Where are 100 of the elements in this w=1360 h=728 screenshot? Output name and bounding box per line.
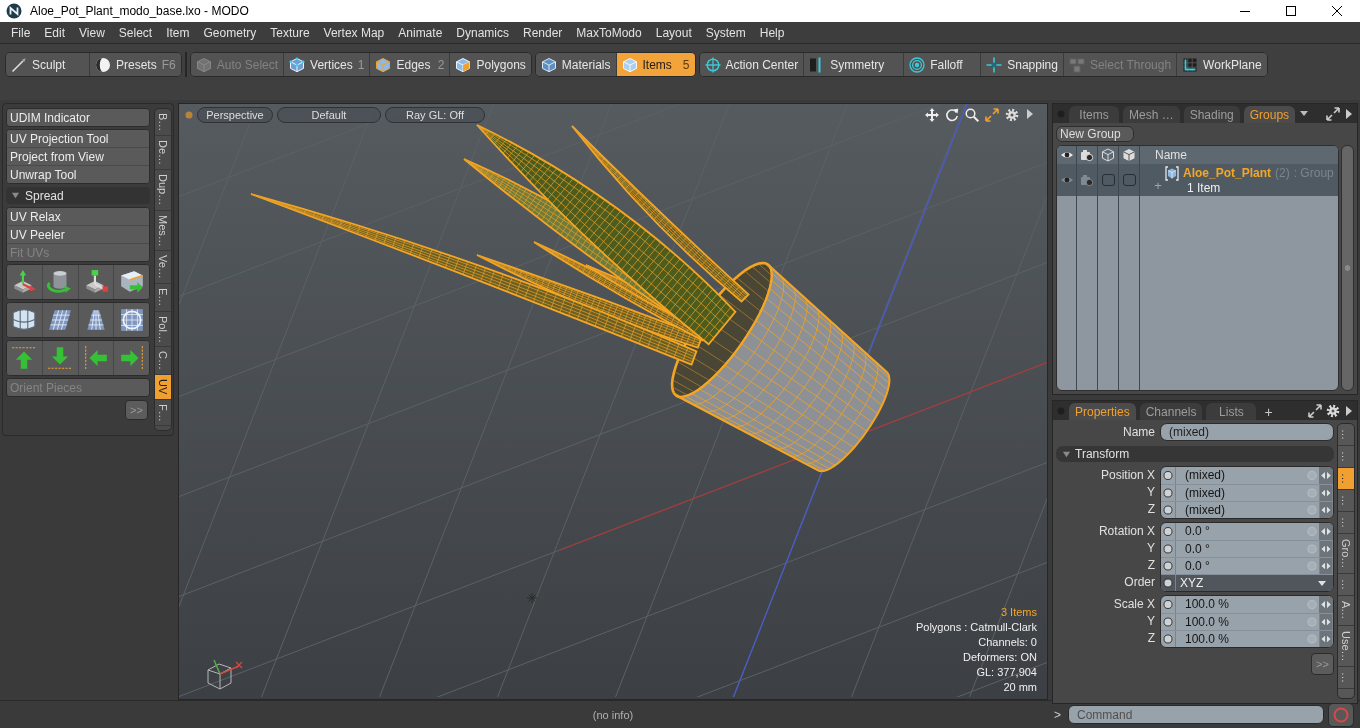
vertical-tab[interactable]: … [1338,490,1354,512]
vertical-tab[interactable]: … [1338,468,1354,490]
new-group-button[interactable]: New Group [1056,126,1134,142]
value-field[interactable]: 100.0 % [1176,631,1305,647]
arrows-icon[interactable] [1319,614,1333,630]
value-field[interactable]: 100.0 % [1176,614,1305,630]
value-field[interactable]: 0.0 ° [1176,558,1305,574]
vertical-tab[interactable]: … [1338,512,1354,534]
menu-item[interactable]: Texture [263,22,317,43]
panel-tab[interactable]: Mesh … [1123,106,1180,123]
toolbar-button[interactable]: Presets F6 [89,53,181,76]
section-header[interactable]: Spread [6,187,150,204]
arrows-icon[interactable] [1319,467,1333,484]
toolbar-button[interactable]: WorkPlane [1176,53,1267,76]
menu-item[interactable]: Select [111,22,160,43]
value-field[interactable]: (mixed) [1176,485,1305,501]
value-field[interactable]: (mixed) [1176,467,1305,484]
tool-button[interactable]: Unwrap Tool [7,165,149,183]
add-tab-button[interactable]: + [1260,403,1277,420]
value-field[interactable]: (mixed) [1176,502,1305,518]
circle-icon[interactable] [1161,614,1176,630]
menu-item[interactable]: Vertex Map [316,22,392,43]
tool-button[interactable] [113,265,149,299]
circle-icon[interactable] [1161,631,1176,647]
arrows-icon[interactable] [1319,631,1333,647]
arrows-icon[interactable] [1319,596,1333,613]
menu-item[interactable]: MaxToModo [569,22,649,43]
vertical-tab[interactable]: De… [155,136,171,171]
tool-button[interactable]: Project from View [7,147,149,165]
vertical-tab[interactable]: B… [155,109,171,137]
vertical-tab[interactable]: Dup… [155,170,171,211]
value-field[interactable]: 0.0 ° [1176,523,1305,540]
vertical-tab[interactable]: Gro… [1338,534,1354,575]
menu-item[interactable]: Dynamics [449,22,516,43]
cube-icon[interactable] [1122,148,1136,162]
gear-icon[interactable] [1005,107,1019,122]
vertical-tab[interactable]: … [1338,667,1354,690]
checkbox[interactable] [1122,174,1136,186]
tool-button[interactable]: UDIM Indicator [7,109,149,126]
vertical-tab[interactable]: F… [155,399,171,427]
column-header[interactable]: Name [1140,148,1187,162]
menu-item[interactable]: File [4,22,38,43]
toolbar-button[interactable]: Items 5 [615,53,695,76]
vertical-tab[interactable]: … [1338,574,1354,597]
circle-icon[interactable] [1161,502,1176,518]
cube-icon[interactable] [1101,148,1115,162]
expand-icon[interactable] [1326,106,1340,121]
menu-item[interactable]: View [72,22,112,43]
menu-item[interactable]: Render [516,22,570,43]
command-field[interactable]: Command [1068,705,1324,724]
value-field[interactable]: 0.0 ° [1176,541,1305,557]
panel-tab[interactable]: Properties [1069,403,1136,420]
arrows-icon[interactable] [1319,558,1333,574]
viewport-option-button[interactable]: Ray GL: Off [385,106,485,123]
tool-button[interactable]: UV Projection Tool [7,130,149,147]
vertical-tab[interactable]: Ve… [155,251,171,285]
vertical-tab[interactable]: Mes… [155,210,171,252]
record-button[interactable] [1328,702,1354,727]
move-icon[interactable] [925,107,939,122]
dot-icon[interactable] [185,110,193,119]
menu-item[interactable]: Edit [37,22,73,43]
vertical-tab[interactable]: … [1338,424,1354,446]
tool-button[interactable] [113,303,149,337]
menu-item[interactable]: Layout [648,22,699,43]
panel-tab[interactable]: Shading [1183,106,1240,123]
circle-icon[interactable] [1161,575,1176,591]
expand-icon[interactable] [1308,403,1322,418]
camera-icon[interactable] [1080,148,1094,162]
value-field[interactable]: 100.0 % [1176,596,1305,613]
checkbox[interactable] [1101,174,1115,186]
tool-button[interactable] [113,341,149,375]
menu-item[interactable]: System [698,22,753,43]
menu-item[interactable]: Animate [391,22,450,43]
circle-icon[interactable] [1161,541,1176,557]
arrows-icon[interactable] [1319,523,1333,540]
arrows-icon[interactable] [1319,541,1333,557]
name-field[interactable]: (mixed) [1160,423,1334,441]
viewport-option-button[interactable]: Default [277,106,381,123]
panel-tab[interactable]: Items [1069,106,1119,123]
arrows-icon[interactable] [1319,485,1333,501]
gear-icon[interactable] [1326,403,1340,418]
caret-right-icon[interactable] [1344,107,1353,120]
vertical-tab[interactable]: UV [155,375,171,400]
menu-item[interactable]: Geometry [196,22,264,43]
caret-down-icon[interactable] [1299,109,1310,118]
group-name[interactable]: Aloe_Pot_Plant [1183,166,1272,180]
arrows-icon[interactable] [1319,502,1333,518]
caret-right-icon[interactable] [1344,404,1353,417]
circle-icon[interactable] [1161,485,1176,501]
section-header[interactable]: Transform [1056,446,1334,462]
search-icon[interactable] [965,107,979,122]
vertical-tab[interactable]: E… [155,284,171,312]
vertical-tab[interactable]: A… [1338,596,1354,626]
panel-tab[interactable]: Lists [1206,403,1257,420]
panel-tab[interactable]: Channels [1139,403,1203,420]
scrollbar[interactable] [1341,145,1354,391]
vertical-tab[interactable]: Pol… [155,311,171,348]
toolbar-button[interactable]: Polygons [449,53,531,76]
refresh-icon[interactable] [945,107,959,122]
viewport-option-button[interactable]: Perspective [197,106,273,123]
